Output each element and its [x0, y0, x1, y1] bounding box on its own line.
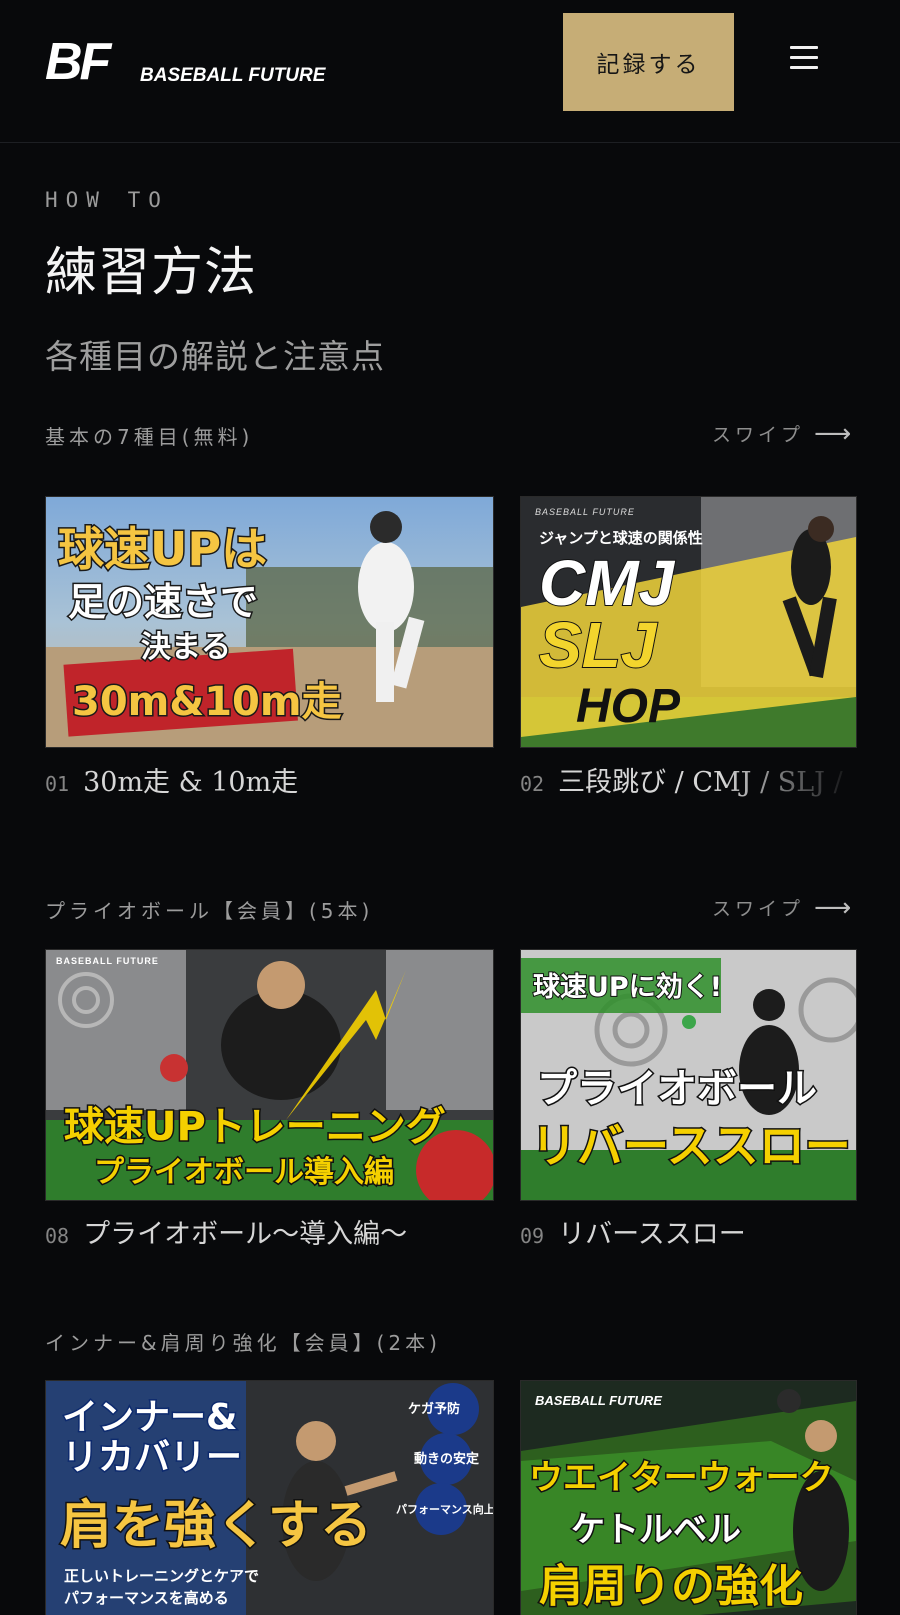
video-title: 三段跳び / CMJ / SLJ / [558, 767, 843, 798]
video-card-01[interactable]: 球速UPは 足の速さで 決まる 30m&10m走 [45, 496, 494, 748]
arrow-right-icon: ⟶ [814, 892, 852, 923]
video-number: 02 [520, 772, 545, 796]
video-caption-09[interactable]: 09 リバーススロー [520, 1212, 855, 1251]
thumbnail-jump: BASEBALL FUTURE ジャンプと球速の関係性 CMJ SLJ HOP [521, 497, 856, 747]
svg-text:肩を強くする: 肩を強くする [60, 1496, 372, 1556]
svg-text:動きの安定: 動きの安定 [414, 1451, 479, 1467]
svg-text:プライオボール導入編: プライオボール導入編 [94, 1155, 394, 1190]
svg-text:HOP: HOP [576, 680, 681, 733]
hamburger-menu-icon[interactable] [790, 46, 818, 70]
video-caption-02[interactable]: 02 三段跳び / CMJ / SLJ / [520, 760, 855, 799]
video-number: 01 [45, 772, 70, 796]
arrow-right-icon: ⟶ [814, 418, 852, 449]
video-caption-01[interactable]: 01 30m走 & 10m走 [45, 760, 492, 799]
svg-text:SLJ: SLJ [539, 609, 658, 681]
svg-text:足の速さで: 足の速さで [68, 580, 258, 624]
page-subtitle: 各種目の解説と注意点 [45, 337, 385, 376]
svg-text:プライオボール: プライオボール [537, 1066, 817, 1112]
section-eyebrow: HOW TO [45, 188, 169, 212]
svg-text:正しいトレーニングとケアで: 正しいトレーニングとケアで [64, 1567, 259, 1585]
svg-text:BASEBALL FUTURE: BASEBALL FUTURE [535, 507, 635, 517]
video-card-08[interactable]: BASEBALL FUTURE 球速UPトレーニング プライオボール導入編 [45, 949, 494, 1201]
svg-text:リバーススロー: リバーススロー [531, 1119, 851, 1173]
svg-text:肩周りの強化: 肩周りの強化 [539, 1561, 803, 1612]
svg-text:ケガ予防: ケガ予防 [408, 1401, 460, 1417]
video-card-inner-recovery[interactable]: ケガ予防 動きの安定 パフォーマンス向上 インナー& リカバリー 肩を強くする … [45, 1380, 494, 1615]
video-title: プライオボール〜導入編〜 [83, 1219, 408, 1250]
swipe-hint: スワイプ ⟶ [712, 894, 857, 921]
thumbnail-shoulder: BASEBALL FUTURE ウエイターウォーク ケトルベル 肩周りの強化 [521, 1381, 856, 1615]
video-card-02[interactable]: BASEBALL FUTURE ジャンプと球速の関係性 CMJ SLJ HOP [520, 496, 857, 748]
video-title: 30m走 & 10m走 [83, 767, 299, 798]
svg-text:パフォーマンスを高める: パフォーマンスを高める [64, 1589, 229, 1607]
svg-text:決まる: 決まる [141, 630, 231, 665]
video-number: 09 [520, 1224, 545, 1248]
video-caption-08[interactable]: 08 プライオボール〜導入編〜 [45, 1212, 492, 1251]
svg-text:BASEBALL FUTURE: BASEBALL FUTURE [140, 65, 327, 86]
section-title-inner-shoulder: インナー&肩周り強化【会員】(2本) [45, 1331, 441, 1355]
thumbnail-sprint: 球速UPは 足の速さで 決まる 30m&10m走 [46, 497, 493, 747]
svg-text:BF: BF [45, 34, 113, 86]
section-title-plyoball: プライオボール【会員】(5本) [45, 899, 374, 923]
svg-text:リカバリー: リカバリー [62, 1437, 242, 1478]
video-card-09[interactable]: 球速UPに効く! プライオボール リバーススロー [520, 949, 857, 1201]
video-title: リバーススロー [558, 1219, 746, 1250]
svg-text:球速UPトレーニング: 球速UPトレーニング [64, 1104, 446, 1150]
svg-text:30m&10m走: 30m&10m走 [72, 679, 342, 725]
svg-text:球速UPに効く!: 球速UPに効く! [533, 971, 722, 1003]
swipe-label: スワイプ [712, 424, 805, 446]
swipe-label: スワイプ [712, 898, 805, 920]
thumbnail-inner-recovery: ケガ予防 動きの安定 パフォーマンス向上 インナー& リカバリー 肩を強くする … [46, 1381, 493, 1615]
baseball-future-logo[interactable]: BF BASEBALL FUTURE [45, 34, 345, 86]
site-header: BF BASEBALL FUTURE 記録する [0, 0, 900, 143]
svg-text:パフォーマンス向上: パフォーマンス向上 [396, 1502, 493, 1516]
svg-text:BASEBALL FUTURE: BASEBALL FUTURE [56, 956, 159, 966]
svg-text:インナー&: インナー& [62, 1397, 237, 1438]
svg-text:球速UPは: 球速UPは [58, 522, 267, 576]
svg-text:ウエイターウォーク: ウエイターウォーク [529, 1458, 834, 1498]
video-card-shoulder[interactable]: BASEBALL FUTURE ウエイターウォーク ケトルベル 肩周りの強化 [520, 1380, 857, 1615]
thumbnail-reverse-throw: 球速UPに効く! プライオボール リバーススロー [521, 950, 856, 1200]
page-title: 練習方法 [45, 243, 258, 303]
record-button[interactable]: 記録する [563, 13, 734, 111]
swipe-hint: スワイプ ⟶ [712, 420, 857, 447]
video-number: 08 [45, 1224, 70, 1248]
section-title-basic: 基本の7種目(無料) [45, 425, 254, 449]
thumbnail-plyoball-intro: BASEBALL FUTURE 球速UPトレーニング プライオボール導入編 [46, 950, 493, 1200]
svg-text:BASEBALL FUTURE: BASEBALL FUTURE [535, 1393, 662, 1408]
svg-text:ケトルベル: ケトルベル [571, 1510, 741, 1550]
svg-text:ジャンプと球速の関係性: ジャンプと球速の関係性 [539, 529, 703, 547]
